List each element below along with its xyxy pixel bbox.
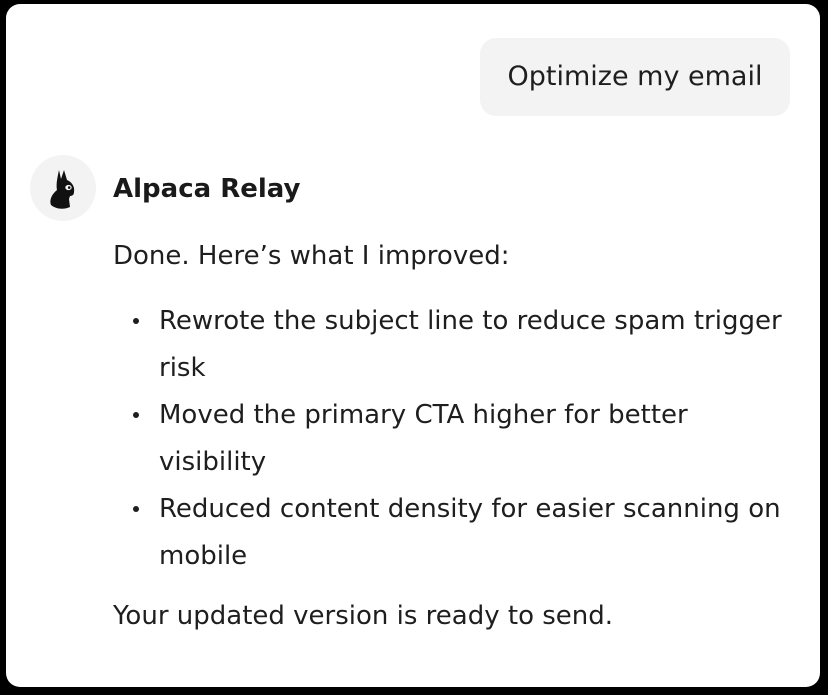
assistant-intro-text: Done. Here’s what I improved: <box>113 241 510 271</box>
bullet-dot <box>133 412 139 418</box>
user-message-bubble: Optimize my email <box>480 38 790 116</box>
bullet-dot <box>133 318 139 324</box>
improvements-list: Rewrote the subject line to reduce spam … <box>113 298 803 580</box>
list-item-text: Moved the primary CTA higher for better … <box>159 400 688 477</box>
list-item: Reduced content density for easier scann… <box>113 486 803 580</box>
list-item: Moved the primary CTA higher for better … <box>113 392 803 486</box>
list-item-text: Reduced content density for easier scann… <box>159 494 781 571</box>
bullet-dot <box>133 506 139 512</box>
assistant-avatar <box>30 155 96 221</box>
chat-panel: Optimize my email Alpaca Relay Done. Her… <box>6 4 820 687</box>
list-item: Rewrote the subject line to reduce spam … <box>113 298 803 392</box>
list-item-text: Rewrote the subject line to reduce spam … <box>159 306 782 383</box>
assistant-name: Alpaca Relay <box>113 174 301 204</box>
user-message-text: Optimize my email <box>507 61 763 92</box>
alpaca-icon <box>50 170 75 209</box>
assistant-outro-text: Your updated version is ready to send. <box>113 601 614 631</box>
